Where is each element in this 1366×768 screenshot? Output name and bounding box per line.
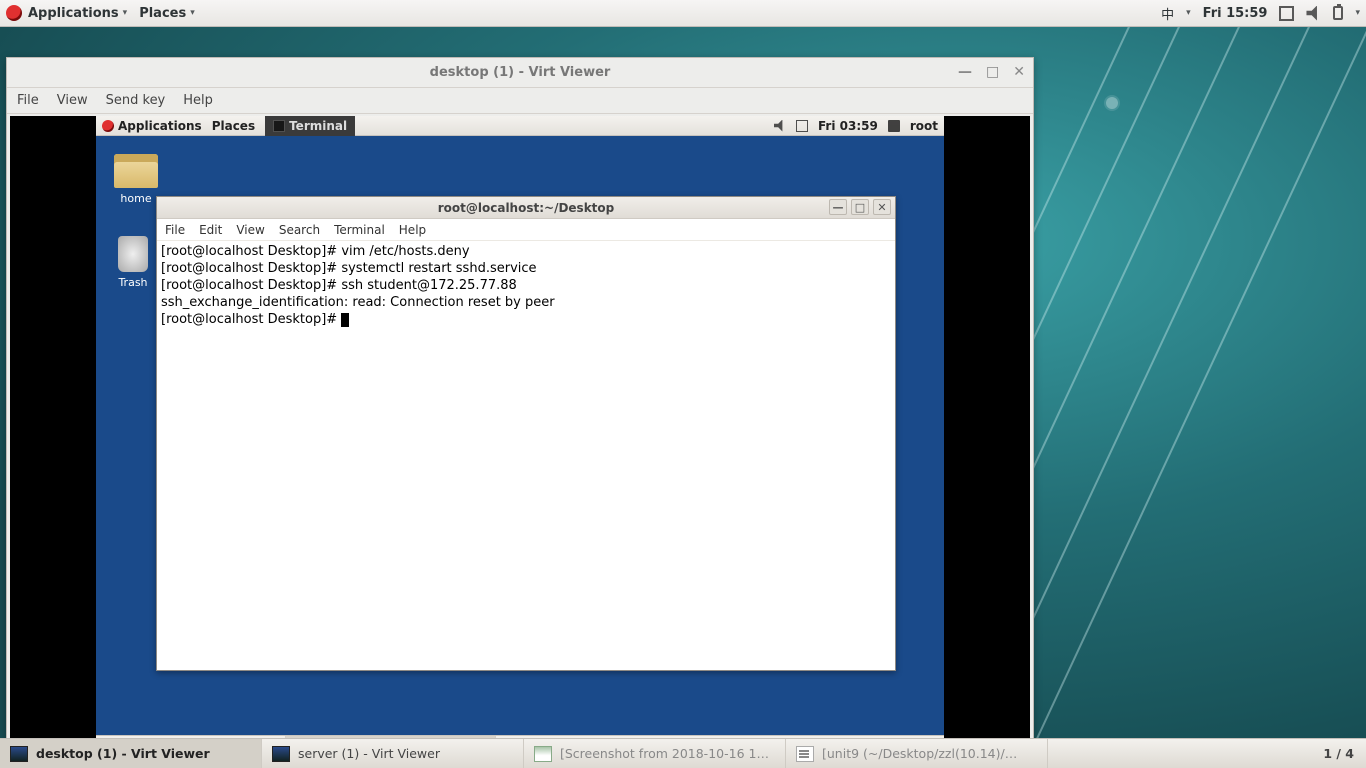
desktop-icon-label: Trash [118, 276, 148, 289]
guest-running-app[interactable]: Terminal [265, 116, 355, 136]
taskbar-item-label: [Screenshot from 2018-10-16 1… [560, 746, 769, 761]
network-icon[interactable] [796, 120, 808, 132]
document-icon [796, 746, 814, 762]
term-menu-file[interactable]: File [165, 223, 185, 237]
guest-letterbox-left [10, 116, 96, 738]
host-taskbar-item[interactable]: server (1) - Virt Viewer [262, 739, 524, 768]
terminal-title: root@localhost:~/Desktop [438, 201, 615, 215]
volume-icon[interactable] [774, 120, 786, 132]
chevron-down-icon: ▾ [1186, 8, 1191, 18]
redhat-icon [6, 5, 22, 21]
window-maximize-button[interactable]: □ [986, 64, 999, 80]
guest-letterbox-right [944, 116, 1030, 738]
guest-screen: Applications Places Terminal Fri 03:59 r… [10, 116, 1030, 738]
volume-icon[interactable] [1306, 6, 1321, 21]
terminal-line: [root@localhost Desktop]# systemctl rest… [161, 261, 537, 276]
terminal-line: ssh_exchange_identification: read: Conne… [161, 295, 555, 310]
host-taskbar-item[interactable]: [Screenshot from 2018-10-16 1… [524, 739, 786, 768]
terminal-icon [273, 120, 285, 132]
vv-menu-sendkey[interactable]: Send key [106, 93, 166, 108]
battery-icon[interactable] [1333, 6, 1343, 20]
guest-places-menu[interactable]: Places [212, 119, 255, 133]
image-icon [534, 746, 552, 762]
host-bottom-taskbar: desktop (1) - Virt Viewer server (1) - V… [0, 738, 1366, 768]
term-menu-view[interactable]: View [236, 223, 264, 237]
monitor-icon [272, 746, 290, 762]
virt-viewer-window: desktop (1) - Virt Viewer — □ ✕ File Vie… [6, 57, 1034, 738]
virt-viewer-titlebar[interactable]: desktop (1) - Virt Viewer — □ ✕ [7, 58, 1033, 88]
virt-viewer-menubar: File View Send key Help [7, 88, 1033, 114]
workspace-icon[interactable] [1279, 6, 1294, 21]
host-clock[interactable]: Fri 15:59 [1203, 6, 1268, 21]
terminal-minimize-button[interactable]: — [829, 199, 847, 215]
redhat-icon [102, 120, 114, 132]
vv-menu-file[interactable]: File [17, 93, 39, 108]
chevron-down-icon: ▾ [190, 8, 195, 18]
taskbar-item-label: server (1) - Virt Viewer [298, 746, 440, 761]
desktop-home-icon[interactable]: home [114, 154, 158, 205]
host-places-menu[interactable]: Places▾ [139, 6, 195, 21]
desktop-icon-label: home [114, 192, 158, 205]
terminal-cursor [341, 313, 349, 327]
terminal-maximize-button[interactable]: □ [851, 199, 869, 215]
terminal-line: [root@localhost Desktop]# ssh student@17… [161, 278, 517, 293]
vv-menu-help[interactable]: Help [183, 93, 213, 108]
host-applications-menu[interactable]: Applications▾ [28, 6, 127, 21]
host-taskbar-item[interactable]: [unit9 (~/Desktop/zzl(10.14)/… [786, 739, 1048, 768]
chevron-down-icon: ▾ [1355, 8, 1360, 18]
host-top-panel: Applications▾ Places▾ 中 ▾ Fri 15:59 ▾ [0, 0, 1366, 27]
terminal-menubar: File Edit View Search Terminal Help [157, 219, 895, 241]
folder-icon [114, 154, 158, 188]
guest-user-label[interactable]: root [910, 119, 938, 133]
terminal-body[interactable]: [root@localhost Desktop]# vim /etc/hosts… [157, 241, 895, 330]
guest-applications-menu[interactable]: Applications [118, 119, 202, 133]
virt-viewer-title: desktop (1) - Virt Viewer [430, 65, 611, 80]
taskbar-item-label: [unit9 (~/Desktop/zzl(10.14)/… [822, 746, 1017, 761]
user-icon [888, 120, 900, 132]
monitor-icon [10, 746, 28, 762]
host-ime-indicator[interactable]: 中 [1161, 4, 1174, 23]
chevron-down-icon: ▾ [123, 8, 128, 18]
term-menu-search[interactable]: Search [279, 223, 320, 237]
host-workspace-indicator[interactable]: 1 / 4 [1311, 746, 1366, 761]
host-taskbar-item-active[interactable]: desktop (1) - Virt Viewer [0, 739, 262, 768]
guest-desktop[interactable]: home Trash root@localhost:~/Desktop — □ … [96, 136, 944, 735]
guest-clock[interactable]: Fri 03:59 [818, 119, 878, 133]
term-menu-edit[interactable]: Edit [199, 223, 222, 237]
guest-top-panel: Applications Places Terminal Fri 03:59 r… [96, 116, 944, 136]
host-desktop: desktop (1) - Virt Viewer — □ ✕ File Vie… [0, 27, 1366, 738]
vv-menu-view[interactable]: View [57, 93, 88, 108]
taskbar-item-label: desktop (1) - Virt Viewer [36, 746, 210, 761]
terminal-titlebar[interactable]: root@localhost:~/Desktop — □ ✕ [157, 197, 895, 219]
window-close-button[interactable]: ✕ [1013, 64, 1025, 80]
terminal-line: [root@localhost Desktop]# [161, 312, 341, 327]
terminal-close-button[interactable]: ✕ [873, 199, 891, 215]
trash-icon [118, 236, 148, 272]
window-minimize-button[interactable]: — [958, 64, 972, 80]
term-menu-help[interactable]: Help [399, 223, 426, 237]
term-menu-terminal[interactable]: Terminal [334, 223, 385, 237]
terminal-line: [root@localhost Desktop]# vim /etc/hosts… [161, 244, 470, 259]
terminal-window: root@localhost:~/Desktop — □ ✕ File Edit… [156, 196, 896, 671]
desktop-trash-icon[interactable]: Trash [118, 236, 148, 289]
